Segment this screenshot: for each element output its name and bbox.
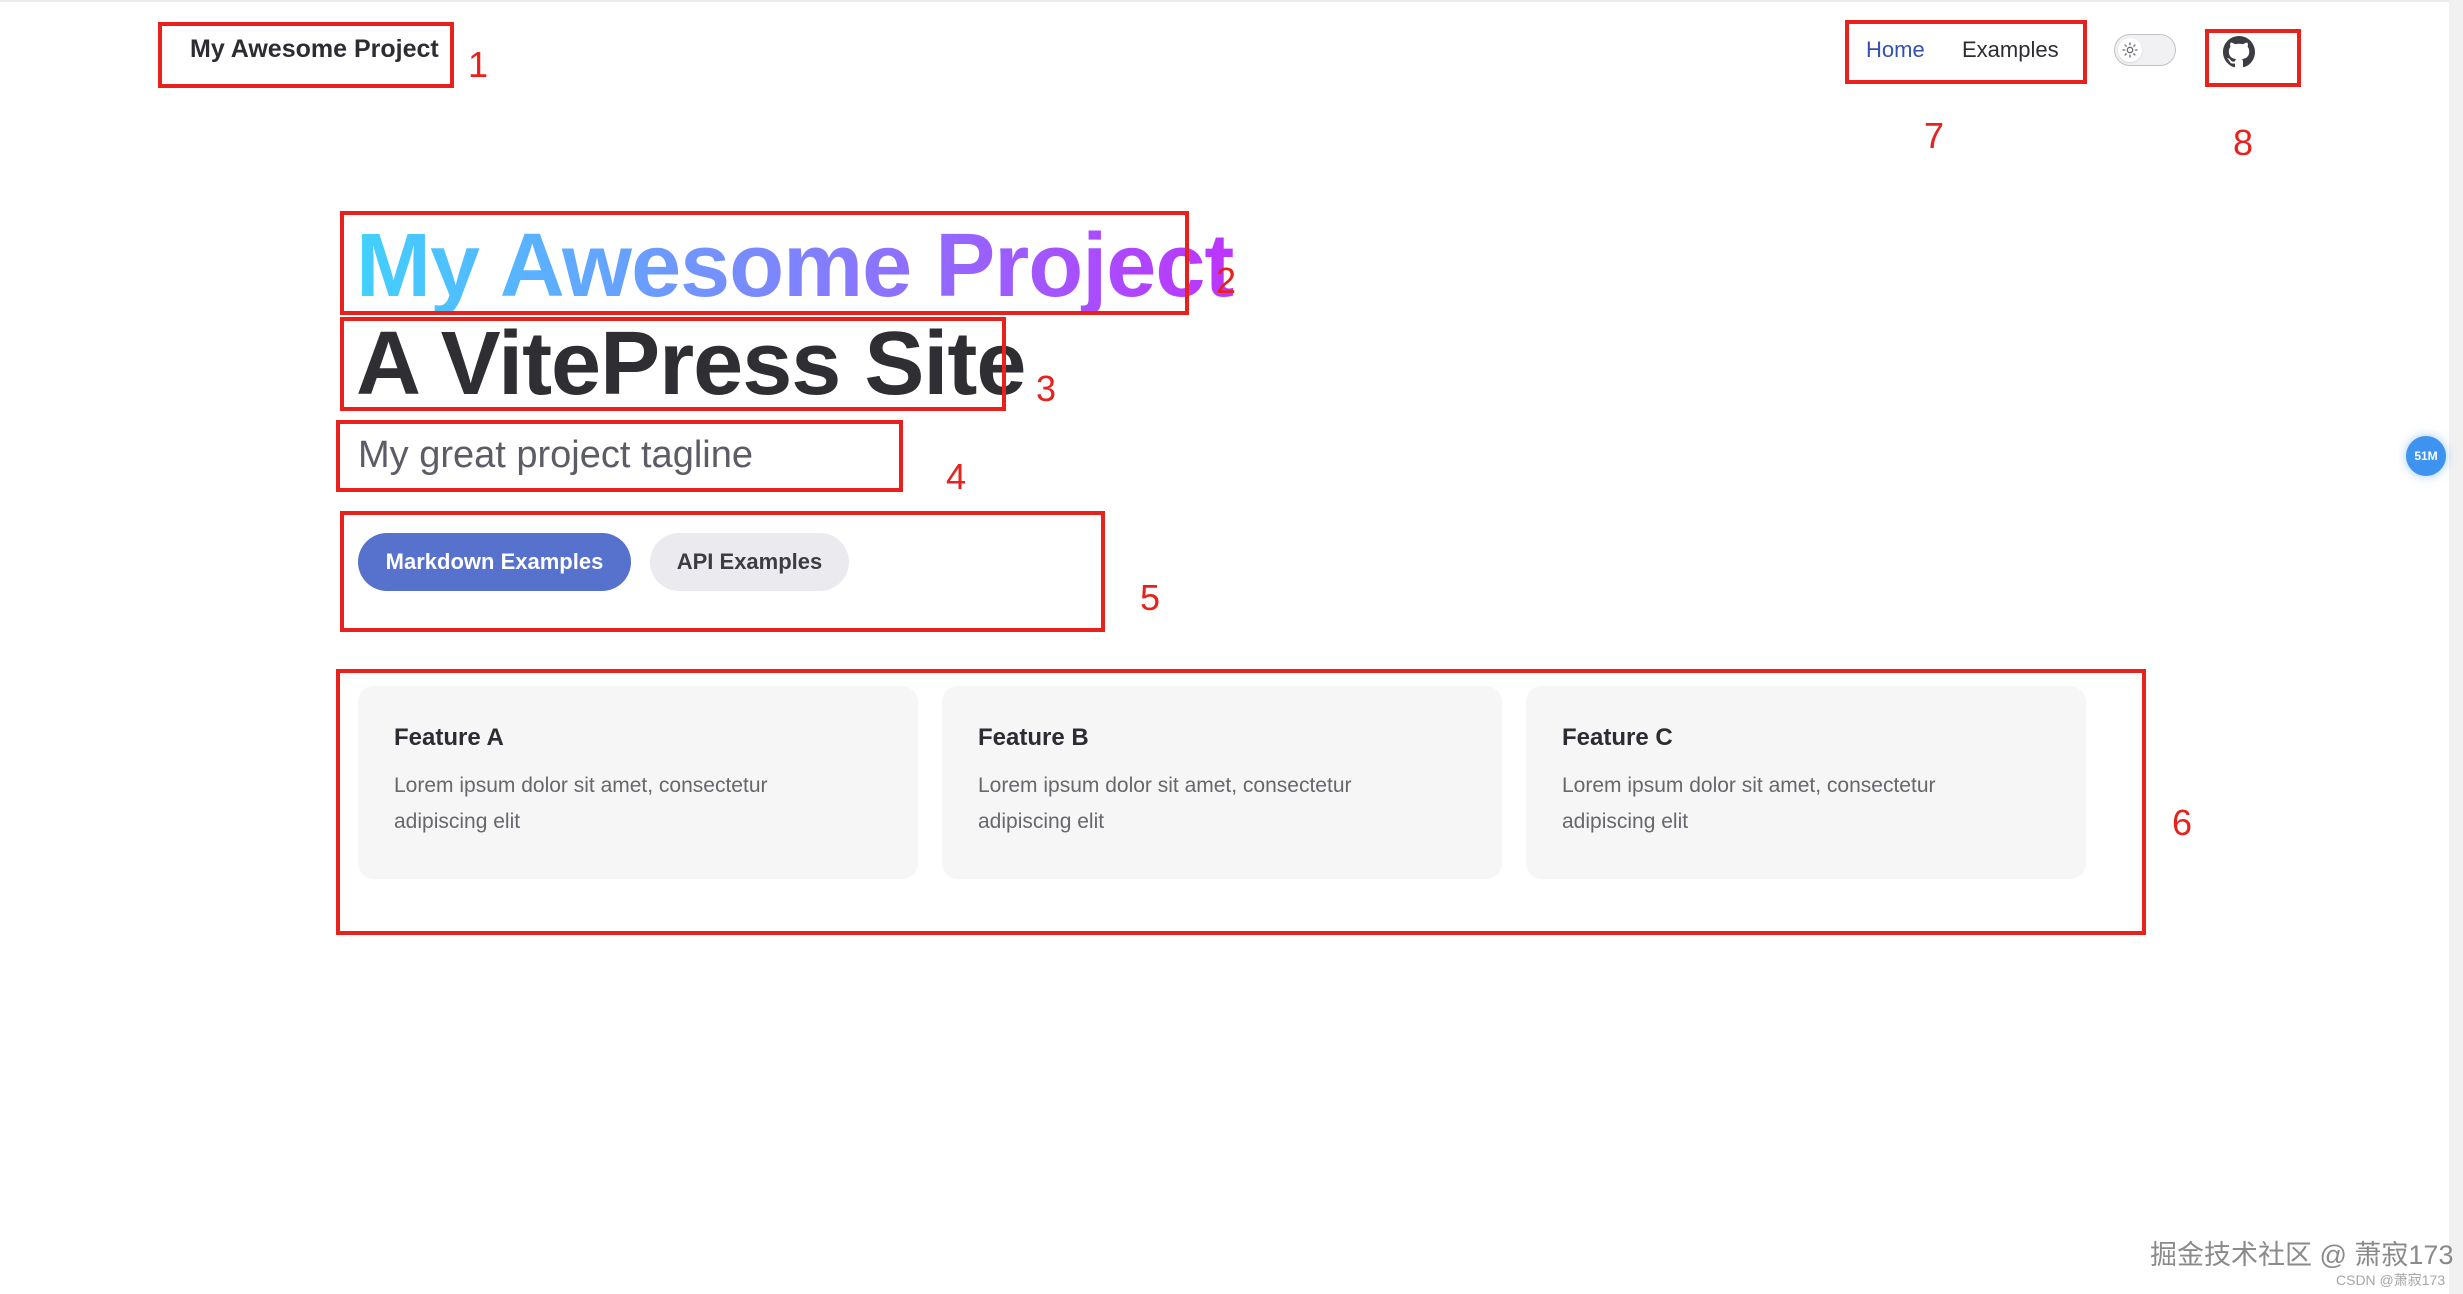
theme-toggle-switch[interactable] bbox=[2114, 34, 2176, 66]
annotation-number-4: 4 bbox=[946, 456, 967, 497]
annotation-number-5: 5 bbox=[1140, 577, 1161, 618]
annotation-number-1: 1 bbox=[468, 44, 489, 85]
watermark: 掘金技术社区 @ 萧寂173 bbox=[2150, 1240, 2454, 1270]
annotation-number-7: 7 bbox=[1924, 115, 1945, 156]
annotation-number-2: 2 bbox=[1216, 260, 1237, 301]
annotation-box-7 bbox=[1845, 20, 2087, 84]
annotation-box-3 bbox=[340, 317, 1006, 411]
annotation-number-6: 6 bbox=[2172, 802, 2193, 843]
annotation-box-6 bbox=[336, 669, 2146, 935]
sun-icon bbox=[2122, 42, 2138, 58]
annotation-box-4 bbox=[336, 420, 903, 492]
watermark-sub: CSDN @萧寂173 bbox=[2336, 1272, 2446, 1288]
annotation-box-5 bbox=[340, 511, 1105, 632]
annotation-number-8: 8 bbox=[2233, 122, 2254, 163]
top-border bbox=[0, 0, 2463, 2]
annotation-box-2 bbox=[340, 211, 1189, 315]
annotation-box-1 bbox=[158, 22, 454, 88]
annotation-box-8 bbox=[2205, 29, 2301, 87]
theme-toggle-knob bbox=[2118, 38, 2142, 62]
floating-badge[interactable]: 51M bbox=[2406, 436, 2446, 476]
annotation-number-3: 3 bbox=[1036, 368, 1057, 409]
scrollbar-track[interactable] bbox=[2449, 0, 2463, 1294]
